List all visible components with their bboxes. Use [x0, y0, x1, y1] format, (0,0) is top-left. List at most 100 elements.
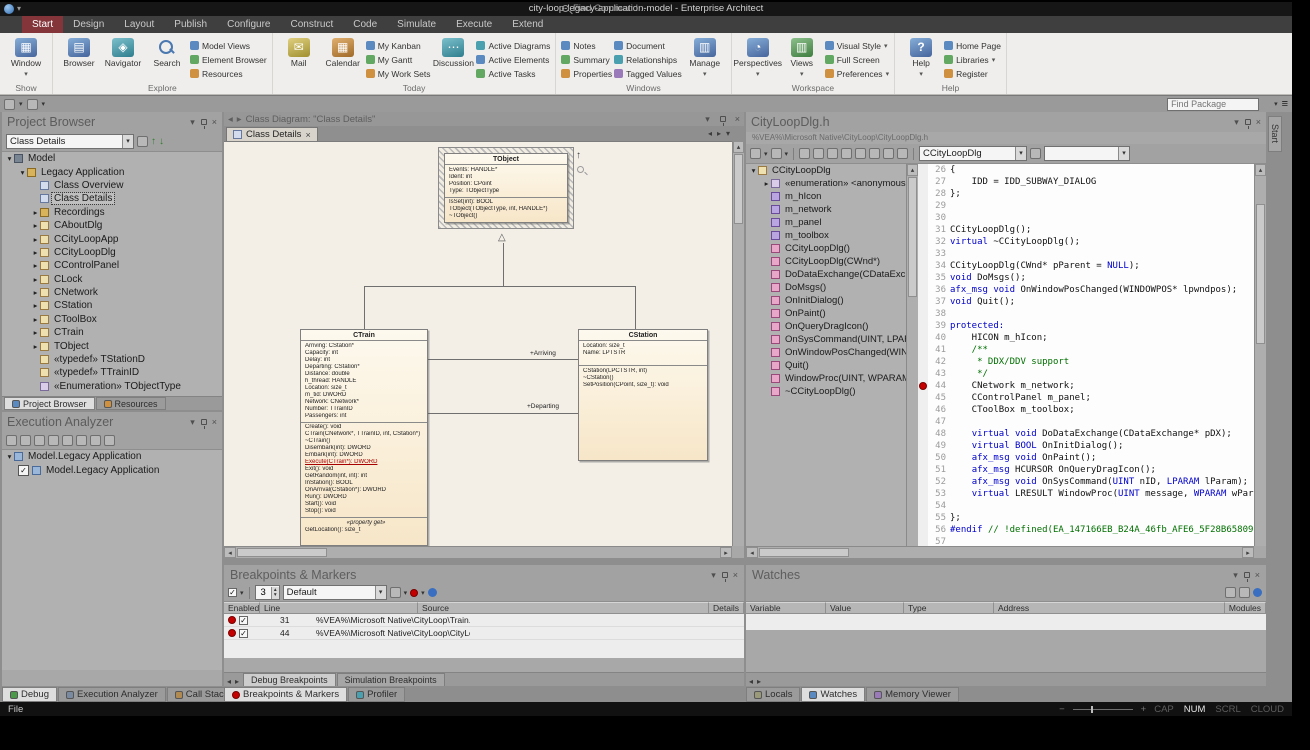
info-icon[interactable]	[1253, 588, 1262, 597]
tab-class-details[interactable]: Class Details ×	[226, 127, 318, 141]
nav-forward-icon[interactable]: ▸	[237, 114, 242, 125]
chevron-down-icon[interactable]: ▾	[240, 589, 244, 597]
breakpoint-margin[interactable]	[918, 464, 928, 476]
depth-spinner[interactable]: 3 ▴▾	[255, 585, 280, 600]
symbol-combo[interactable]: CCityLoopDlg ▾	[919, 146, 1027, 161]
tree-item[interactable]: WindowProc(UINT, WPARAM, LPARA...	[746, 372, 906, 385]
tab-scroll-left-icon[interactable]: ◂	[227, 677, 231, 686]
code-line[interactable]: 54	[918, 500, 1254, 512]
close-tab-icon[interactable]: ×	[305, 130, 310, 140]
breakpoint-set-combo[interactable]: Default ▾	[283, 585, 387, 600]
association-edge-arriving[interactable]	[428, 359, 578, 360]
ribbon-tab[interactable]: Extend	[502, 16, 553, 33]
column-header[interactable]: Line	[260, 602, 418, 614]
tree-item[interactable]: Quit()	[746, 359, 906, 372]
expand-icon[interactable]: ▾	[749, 166, 758, 175]
code-line[interactable]: 45 CControlPanel m_panel;	[918, 392, 1254, 404]
ribbon-tab[interactable]: Design	[63, 16, 114, 33]
breakpoint-margin[interactable]	[918, 512, 928, 524]
full-screen-button[interactable]: Full Screen	[825, 53, 889, 66]
toolbar-icon[interactable]	[1225, 587, 1236, 598]
ribbon-tab[interactable]: Code	[343, 16, 387, 33]
home-page-button[interactable]: Home Page	[944, 39, 1001, 52]
ribbon-tab[interactable]: Publish	[164, 16, 217, 33]
toolbar-icon[interactable]	[62, 435, 73, 446]
code-line[interactable]: 53 virtual LRESULT WindowProc(UINT messa…	[918, 488, 1254, 500]
pin-icon[interactable]	[720, 116, 726, 122]
code-scrollbar[interactable]: ▴	[1254, 164, 1266, 546]
breakpoint-row[interactable]: ✓ 31 %VEA%\Microsoft Native\CityLoop\Tra…	[224, 614, 744, 627]
enabled-checkbox[interactable]: ✓	[239, 629, 248, 638]
info-icon[interactable]	[428, 588, 437, 597]
generalization-edge[interactable]	[635, 286, 636, 329]
tree-item[interactable]: ▾ Model	[2, 152, 222, 165]
browser-button[interactable]: ▤ Browser	[58, 36, 100, 81]
code-line[interactable]: 26{	[918, 164, 1254, 176]
breakpoint-margin[interactable]	[918, 488, 928, 500]
close-icon[interactable]: ×	[212, 417, 217, 427]
code-line[interactable]: 55};	[918, 512, 1254, 524]
code-line[interactable]: 39protected:	[918, 320, 1254, 332]
pin-icon[interactable]	[201, 119, 207, 125]
toolbar-icon[interactable]	[6, 435, 17, 446]
column-header[interactable]: Source	[418, 602, 709, 614]
discussion-button[interactable]: ⋯ Discussion	[432, 36, 474, 81]
scrollbar-thumb[interactable]	[1256, 204, 1265, 344]
tree-item[interactable]: «typedef» TStationD	[2, 353, 222, 366]
code-line[interactable]: 51 afx_msg HCURSOR OnQueryDragIcon();	[918, 464, 1254, 476]
scroll-right-icon[interactable]: ▸	[720, 547, 732, 558]
breakpoint-margin[interactable]	[918, 404, 928, 416]
close-icon[interactable]: ×	[212, 117, 217, 127]
expand-icon[interactable]: ▸	[31, 261, 40, 270]
expand-icon[interactable]: ▸	[31, 301, 40, 310]
scrollbar-thumb[interactable]	[908, 177, 917, 297]
tree-item[interactable]: DoDataExchange(CDataExchange*)	[746, 268, 906, 281]
toolbar-icon[interactable]	[4, 99, 15, 110]
breakpoint-margin[interactable]	[918, 428, 928, 440]
panel-menu-icon[interactable]: ▾	[1234, 117, 1239, 127]
toolbar-icon[interactable]	[855, 148, 866, 159]
find-package-input[interactable]	[1167, 98, 1259, 111]
tab-scroll-right-icon[interactable]: ▸	[235, 677, 239, 686]
column-header[interactable]: Modules	[1225, 602, 1266, 614]
manage-button[interactable]: ▥ Manage▾	[684, 36, 726, 81]
notes-button[interactable]: Notes	[561, 39, 612, 52]
breakpoint-margin[interactable]	[918, 248, 928, 260]
tree-item[interactable]: OnWindowPosChanged(WINDOWPO...	[746, 346, 906, 359]
column-header[interactable]: Details	[709, 602, 744, 614]
toolbar-icon[interactable]	[20, 435, 31, 446]
panel-tab[interactable]: Resources	[96, 397, 166, 410]
panel-menu-icon[interactable]: ▾	[190, 417, 195, 427]
dock-tab[interactable]: Breakpoints & Markers	[224, 687, 347, 702]
chevron-down-icon[interactable]: ▾	[421, 589, 425, 597]
side-tab-start[interactable]: Start	[1268, 116, 1282, 152]
model-views-button[interactable]: Model Views	[190, 39, 267, 52]
tree-item[interactable]: ▾ Legacy Application	[2, 165, 222, 178]
ribbon-tab[interactable]: Start	[22, 16, 63, 33]
toolbar-icon[interactable]	[1239, 587, 1250, 598]
toolbar-icon[interactable]	[869, 148, 880, 159]
inner-tab[interactable]: Simulation Breakpoints	[337, 673, 445, 686]
expand-icon[interactable]: ▾	[18, 168, 27, 177]
toolbar-icon[interactable]	[883, 148, 894, 159]
toggle-all-checkbox[interactable]: ✓	[228, 588, 237, 597]
inner-tab[interactable]: Debug Breakpoints	[243, 673, 336, 686]
breakpoint-margin[interactable]	[918, 536, 928, 546]
tree-item[interactable]: m_panel	[746, 216, 906, 229]
code-line[interactable]: 48 virtual void DoDataExchange(CDataExch…	[918, 428, 1254, 440]
breakpoint-margin[interactable]	[918, 176, 928, 188]
filter-icon[interactable]	[137, 136, 148, 147]
pin-icon[interactable]	[1245, 119, 1251, 125]
tree-item[interactable]: Model.Legacy Application	[2, 463, 222, 476]
code-line[interactable]: 38	[918, 308, 1254, 320]
expand-icon[interactable]: ▸	[31, 342, 40, 351]
tree-item[interactable]: ▾ CCityLoopDlg	[746, 164, 906, 177]
dock-tab[interactable]: Memory Viewer	[866, 687, 959, 702]
panel-menu-icon[interactable]: ▾	[711, 570, 716, 580]
calendar-button[interactable]: ▦ Calendar	[322, 36, 364, 81]
save-set-icon[interactable]	[390, 587, 401, 598]
zoom-out-icon[interactable]: −	[1059, 704, 1065, 715]
tree-item[interactable]: ▸ CControlPanel	[2, 259, 222, 272]
generalization-edge[interactable]	[503, 243, 504, 286]
tree-item[interactable]: m_toolbox	[746, 229, 906, 242]
